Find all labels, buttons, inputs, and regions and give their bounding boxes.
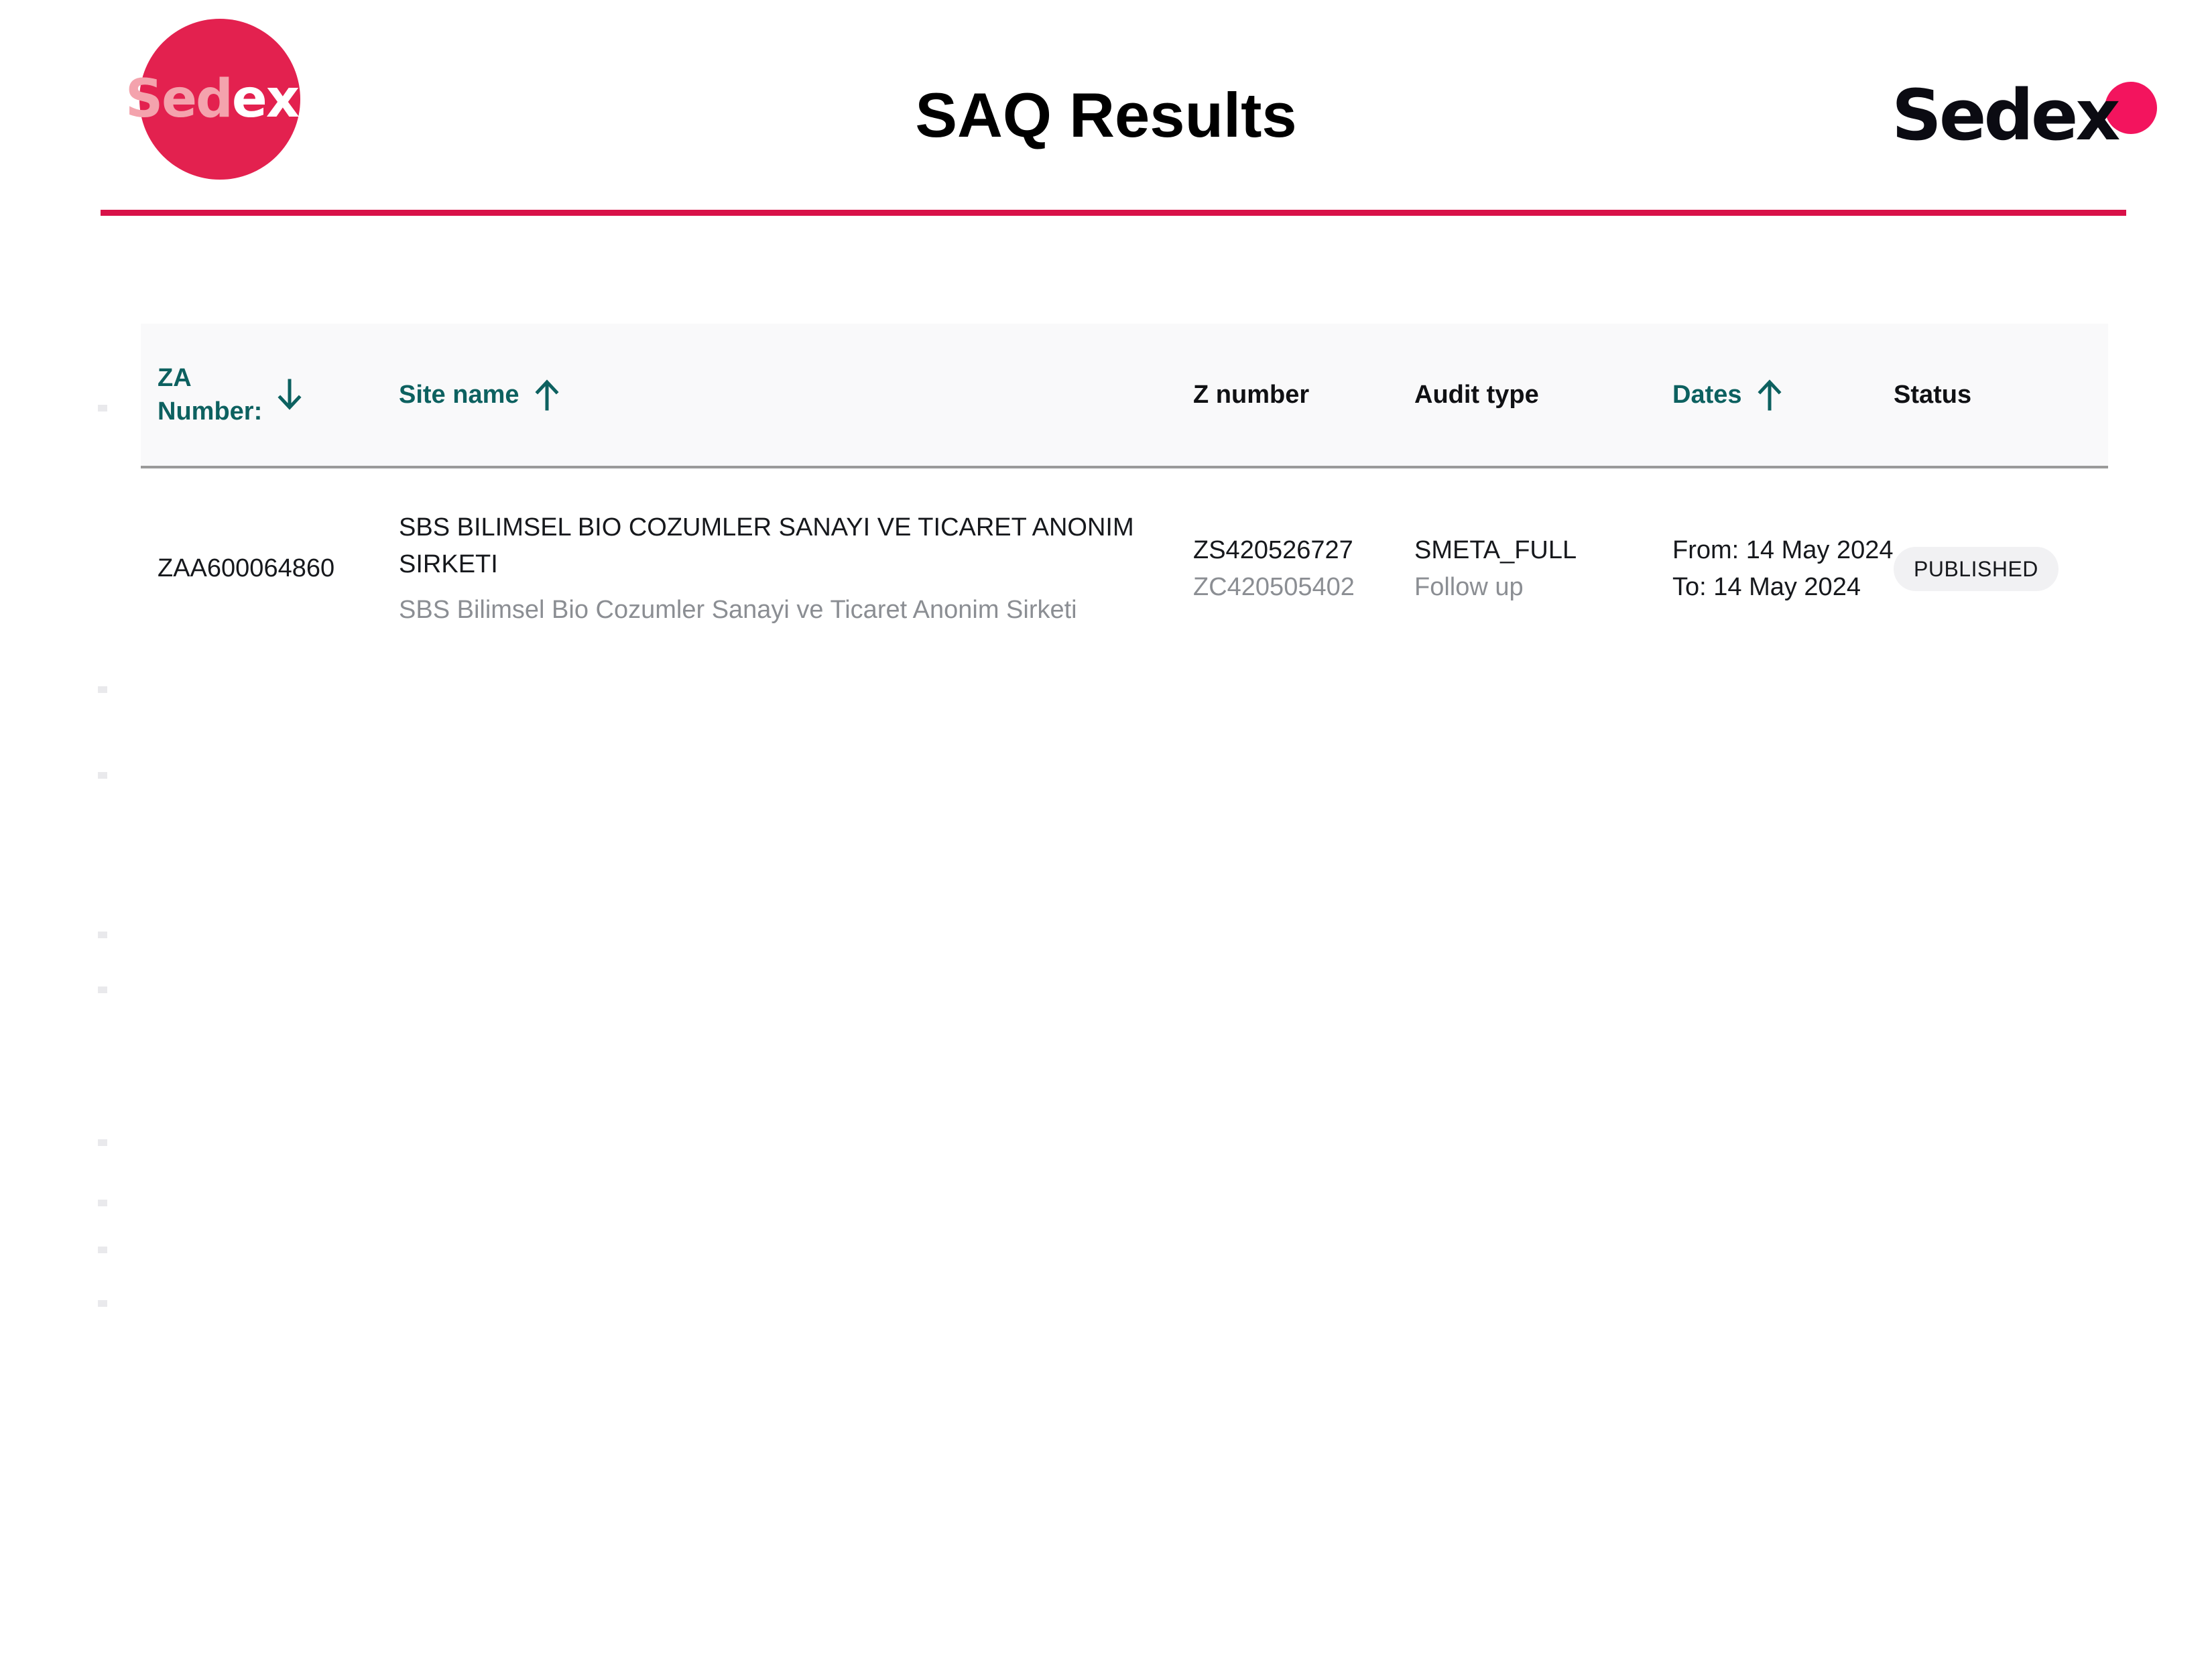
table-header-row: ZA Number: Site name: [141, 324, 2108, 468]
status-badge: PUBLISHED: [1894, 547, 2059, 591]
column-header-site-name-label: Site name: [399, 378, 519, 411]
site-name-primary: SBS BILIMSEL BIO COZUMLER SANAYI VE TICA…: [399, 509, 1193, 583]
column-header-za-number[interactable]: ZA Number:: [141, 361, 399, 428]
column-header-dates[interactable]: Dates: [1672, 377, 1894, 412]
cell-dates: From: 14 May 2024 To: 14 May 2024: [1672, 532, 1894, 606]
page-header: Sedex® SAQ Results Sedex: [0, 0, 2212, 201]
margin-tick-marks: [94, 0, 121, 1656]
cell-za-number: ZAA600064860: [141, 550, 399, 587]
cell-z-number: ZS420526727 ZC420505402: [1193, 532, 1414, 606]
sedex-wordmark-text: Sedex: [1892, 80, 2160, 150]
arrow-up-icon[interactable]: [532, 377, 562, 412]
column-header-audit-type-label: Audit type: [1414, 381, 1539, 409]
column-header-audit-type[interactable]: Audit type: [1414, 378, 1672, 411]
arrow-down-icon[interactable]: [274, 377, 305, 412]
z-number-primary: ZS420526727: [1193, 532, 1414, 569]
date-to: To: 14 May 2024: [1672, 569, 1894, 606]
arrow-up-icon[interactable]: [1754, 377, 1785, 412]
column-header-site-name[interactable]: Site name: [399, 377, 1193, 412]
page-title: SAQ Results: [0, 79, 2212, 151]
header-divider: [101, 210, 2126, 216]
table-row[interactable]: ZAA600064860 SBS BILIMSEL BIO COZUMLER S…: [141, 468, 2108, 670]
column-header-status-label: Status: [1894, 381, 1971, 409]
column-header-z-number-label: Z number: [1193, 381, 1309, 409]
saq-results-table: ZA Number: Site name: [141, 324, 2108, 670]
cell-site-name: SBS BILIMSEL BIO COZUMLER SANAYI VE TICA…: [399, 509, 1193, 628]
sedex-wordmark-logo: Sedex: [1892, 80, 2160, 161]
column-header-status[interactable]: Status: [1894, 378, 2095, 411]
cell-status: PUBLISHED: [1894, 547, 2095, 591]
column-header-za-number-line2: Number:: [158, 395, 262, 428]
audit-type-primary: SMETA_FULL: [1414, 532, 1672, 569]
date-from: From: 14 May 2024: [1672, 532, 1894, 569]
site-name-secondary: SBS Bilimsel Bio Cozumler Sanayi ve Tica…: [399, 592, 1193, 629]
column-header-za-number-line1: ZA: [158, 361, 262, 395]
column-header-z-number[interactable]: Z number: [1193, 378, 1414, 411]
z-number-secondary: ZC420505402: [1193, 569, 1414, 606]
audit-type-secondary: Follow up: [1414, 569, 1672, 606]
column-header-dates-label: Dates: [1672, 378, 1742, 411]
cell-audit-type: SMETA_FULL Follow up: [1414, 532, 1672, 606]
